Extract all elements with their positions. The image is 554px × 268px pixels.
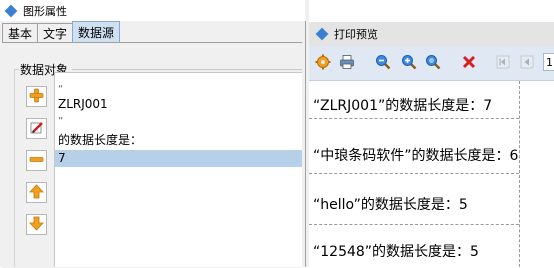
data-object-list[interactable]: “ ZLRJ001 ” 的数据长度是： 7 xyxy=(54,72,302,267)
tab-strip: 基本 文字 数据源 xyxy=(2,21,121,42)
move-up-button[interactable] xyxy=(26,182,47,203)
close-preview-button[interactable] xyxy=(459,53,479,73)
properties-titlebar: 图形属性 xyxy=(0,0,305,21)
edit-data-button[interactable] xyxy=(26,118,47,139)
prev-page-button[interactable] xyxy=(517,53,537,73)
preview-canvas: “ZLRJ001”的数据长度是：7 “中琅条码软件”的数据长度是：6 “hell… xyxy=(309,81,554,267)
preview-label-text: “12548”的数据长度是：5 xyxy=(313,244,479,260)
properties-window: 图形属性 基本 文字 数据源 数据对象 “ ZLRJ001 ” 的数据长度是： … xyxy=(0,0,305,268)
list-item[interactable]: 的数据长度是： xyxy=(55,132,302,149)
label-separator xyxy=(309,118,519,119)
close-icon xyxy=(461,54,477,73)
window-title: 图形属性 xyxy=(23,4,67,18)
zoom-in-icon xyxy=(401,54,417,73)
prev-page-icon xyxy=(520,55,534,72)
window-divider xyxy=(305,21,306,267)
page-number-input[interactable]: 1 xyxy=(543,53,554,71)
preview-label-text: “中琅条码软件”的数据长度是：6 xyxy=(313,148,519,164)
list-item[interactable]: ZLRJ001 xyxy=(55,96,302,113)
app-logo-icon xyxy=(315,27,329,41)
zoom-out-button[interactable] xyxy=(373,53,393,73)
group-border xyxy=(72,69,302,70)
move-up-icon xyxy=(29,183,44,202)
list-item[interactable]: ” xyxy=(55,113,302,130)
move-down-icon xyxy=(29,216,44,234)
print-preview-titlebar: 打印预览 xyxy=(309,22,554,46)
add-icon xyxy=(29,88,44,106)
background-strip xyxy=(309,0,554,22)
list-item-selected[interactable]: 7 xyxy=(55,150,302,167)
first-page-button[interactable] xyxy=(493,53,513,73)
preview-label-text: “ZLRJ001”的数据长度是：7 xyxy=(313,98,493,114)
app-logo-icon xyxy=(4,4,18,17)
print-preview-window: 打印预览 1 “ZLRJ001”的数据长度是：7 “中琅条码软件”的数据长度是：… xyxy=(309,0,554,267)
remove-icon xyxy=(29,152,44,170)
preview-label-text: “hello”的数据长度是：5 xyxy=(313,197,468,213)
print-button[interactable] xyxy=(337,53,357,73)
print-icon xyxy=(339,54,355,73)
zoom-in-button[interactable] xyxy=(399,53,419,73)
tab-basic[interactable]: 基本 xyxy=(2,23,39,42)
group-border xyxy=(14,69,15,267)
zoom-fit-button[interactable] xyxy=(423,53,443,73)
window-title: 打印预览 xyxy=(334,28,378,41)
settings-button[interactable] xyxy=(313,53,333,73)
add-data-button[interactable] xyxy=(26,86,47,107)
label-separator xyxy=(309,173,519,174)
settings-icon xyxy=(315,54,331,73)
preview-toolbar: 1 xyxy=(309,46,554,81)
move-down-button[interactable] xyxy=(26,214,47,235)
first-page-icon xyxy=(496,55,510,72)
remove-data-button[interactable] xyxy=(26,150,47,171)
page-guide-line xyxy=(519,81,520,267)
tab-text[interactable]: 文字 xyxy=(37,23,74,42)
edit-icon xyxy=(29,120,44,138)
zoom-out-icon xyxy=(375,54,391,73)
tab-data-source[interactable]: 数据源 xyxy=(72,21,121,42)
zoom-fit-icon xyxy=(425,54,441,73)
label-separator xyxy=(309,224,519,225)
